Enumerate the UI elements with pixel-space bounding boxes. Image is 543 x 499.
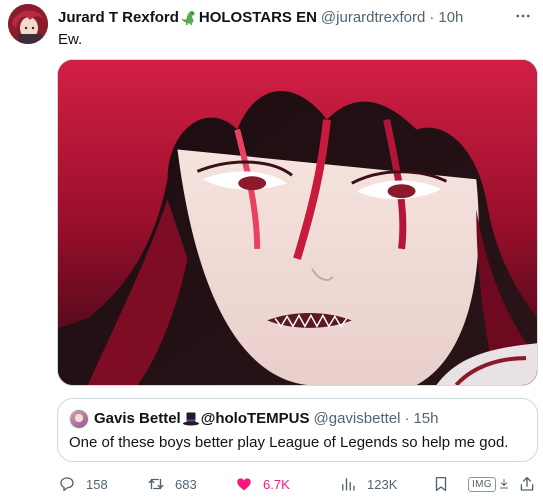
quoted-author-display-name[interactable]: Gavis Bettel: [94, 409, 181, 429]
share-icon: [520, 476, 534, 491]
tweet-header: Jurard T Rexford HOLOSTARS EN @jurardtre…: [58, 8, 463, 28]
share-button[interactable]: [518, 474, 536, 494]
like-button[interactable]: 6.7K: [235, 474, 290, 494]
author-handle[interactable]: @jurardtrexford: [321, 8, 425, 28]
bookmark-icon: [435, 476, 447, 492]
heart-filled-icon: [237, 478, 251, 491]
more-options-button[interactable]: [511, 6, 535, 26]
views-button[interactable]: 123K: [339, 474, 397, 494]
views-count: 123K: [367, 476, 398, 492]
bookmark-button[interactable]: [432, 474, 450, 494]
tweet-text: Ew.: [58, 31, 83, 48]
tweet[interactable]: Jurard T Rexford HOLOSTARS EN @jurardtre…: [0, 0, 543, 499]
more-horizontal-icon: [516, 14, 530, 18]
img-badge: IMG: [468, 476, 496, 492]
separator-dot: ·: [429, 9, 435, 26]
quoted-tweet[interactable]: Gavis Bettel @holoTEMPUS @gavisbettel · …: [57, 398, 538, 462]
tweet-media-image[interactable]: [57, 59, 538, 386]
quoted-author-avatar[interactable]: [69, 409, 89, 429]
retweet-count: 683: [175, 476, 197, 492]
author-display-name[interactable]: Jurard T Rexford: [58, 8, 179, 28]
quoted-author-handle[interactable]: @gavisbettel: [314, 409, 401, 429]
quoted-tweet-timestamp[interactable]: 15h: [413, 409, 438, 429]
dinosaur-icon: [180, 9, 198, 27]
like-count: 6.7K: [263, 476, 290, 492]
quoted-tweet-header: Gavis Bettel @holoTEMPUS @gavisbettel · …: [69, 409, 439, 429]
image-download-button[interactable]: IMG: [468, 474, 510, 494]
author-affiliation[interactable]: HOLOSTARS EN: [199, 8, 317, 28]
reply-button[interactable]: 158: [58, 474, 108, 494]
quoted-tweet-text: One of these boys better play League of …: [69, 434, 509, 451]
quoted-author-affiliation[interactable]: @holoTEMPUS: [201, 409, 310, 429]
retweet-button[interactable]: 683: [147, 474, 197, 494]
reply-count: 158: [86, 476, 108, 492]
analytics-icon: [342, 478, 355, 491]
author-avatar[interactable]: [8, 4, 48, 44]
tweet-actions: 158 683 6.7K 123K IMG: [58, 474, 538, 494]
reply-icon: [60, 477, 74, 492]
tweet-timestamp[interactable]: 10h: [438, 8, 463, 28]
retweet-icon: [148, 478, 164, 490]
download-arrow-icon: [499, 479, 508, 489]
top-hat-icon: [182, 410, 200, 428]
separator-dot: ·: [404, 410, 410, 427]
